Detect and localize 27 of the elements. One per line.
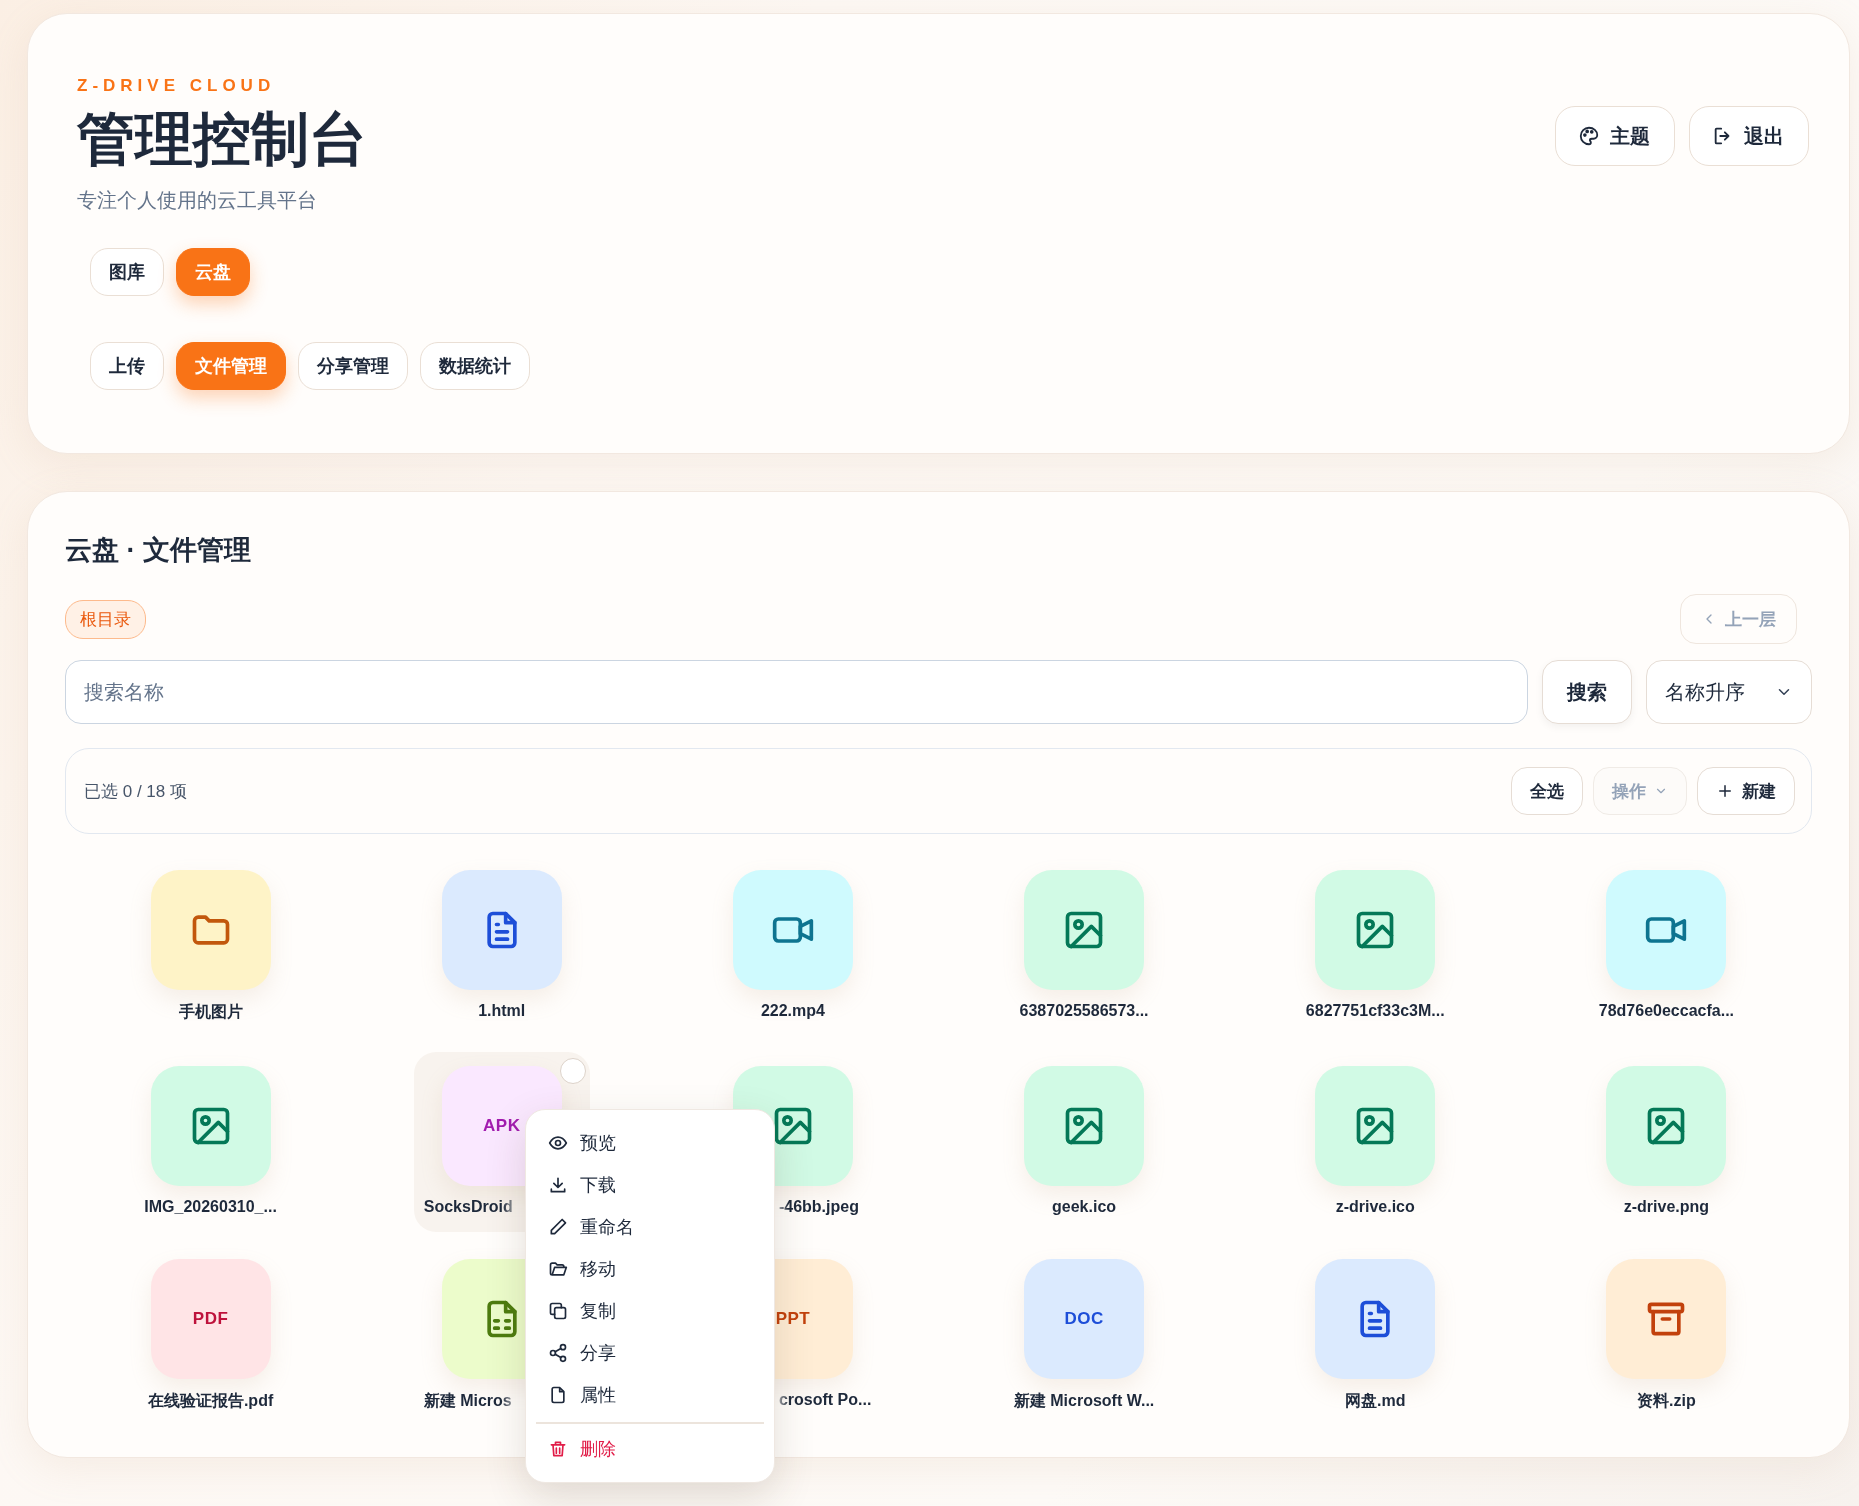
file-name: 6827751cf33c3M... — [1305, 1002, 1445, 1020]
file-name: SocksDroid — [423, 1198, 513, 1216]
file-name: 222.mp4 — [760, 1002, 825, 1020]
file-name: 78d76e0eccacfa... — [1598, 1002, 1734, 1020]
file-name: 新建 Microsoft W... — [1013, 1391, 1155, 1411]
file-name: 6387025586573... — [1019, 1002, 1149, 1020]
page-title: 管理控制台 — [77, 106, 367, 173]
file-name: crosoft Po... — [778, 1391, 872, 1409]
page-subtitle: 专注个人使用的云工具平台 — [77, 187, 317, 213]
file-name: 1.html — [478, 1002, 526, 1020]
file-name: z-drive.png — [1623, 1198, 1710, 1216]
file-type-label: DOC — [1064, 1309, 1104, 1329]
file-type-label: PDF — [192, 1309, 229, 1329]
file-name: -46bb.jpeg — [778, 1198, 859, 1216]
file-name: 手机图片 — [178, 1002, 243, 1022]
file-name: 新建 Micros — [423, 1391, 512, 1411]
brand-label: Z-DRIVE CLOUD — [77, 76, 276, 96]
file-name: geek.ico — [1052, 1198, 1117, 1216]
panel-title: 云盘 · 文件管理 — [65, 534, 251, 567]
file-name: 资料.zip — [1637, 1391, 1696, 1411]
file-name: IMG_20260310_... — [144, 1198, 277, 1216]
file-type-label: PPT — [775, 1309, 811, 1329]
file-type-label: APK — [483, 1116, 521, 1136]
selection-count: 已选 0 / 18 项 — [84, 780, 187, 803]
file-name: 在线验证报告.pdf — [147, 1391, 274, 1411]
file-name: 网盘.md — [1345, 1391, 1406, 1411]
file-name: z-drive.ico — [1335, 1198, 1415, 1216]
